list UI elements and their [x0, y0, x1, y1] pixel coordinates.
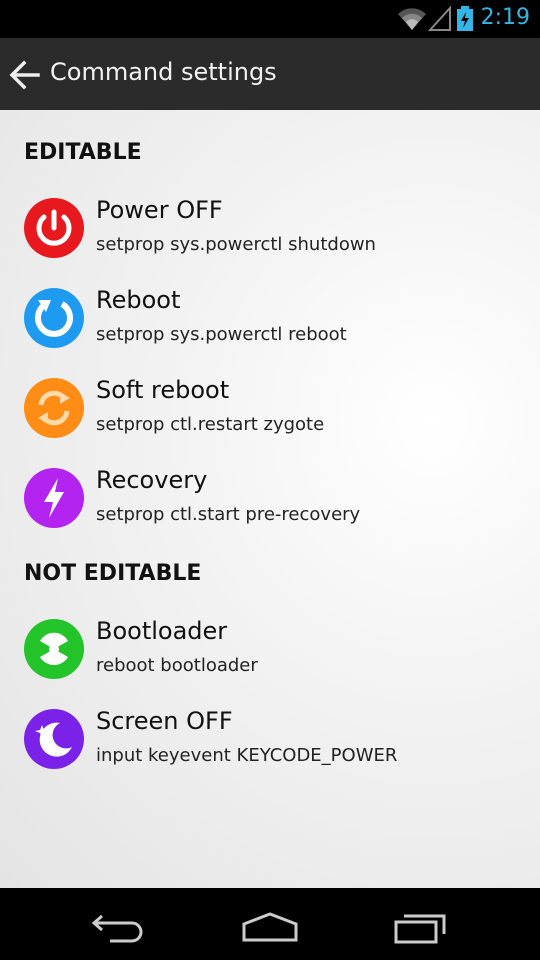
command-text: reboot bootloader: [96, 655, 258, 676]
command-name: Power OFF: [96, 196, 223, 224]
command-item-reboot[interactable]: Reboot setprop sys.powerctl reboot: [0, 286, 540, 378]
section-header-editable: EDITABLE: [24, 140, 142, 165]
command-name: Soft reboot: [96, 376, 230, 404]
command-name: Bootloader: [96, 617, 228, 645]
back-arrow-icon[interactable]: [8, 58, 42, 92]
command-list: EDITABLE Power OFF setprop sys.powerctl …: [0, 110, 540, 888]
home-nav-icon[interactable]: [230, 906, 310, 946]
power-icon: [24, 198, 84, 258]
signal-icon: [428, 6, 451, 31]
reboot-icon: [24, 288, 84, 348]
command-name: Screen OFF: [96, 707, 233, 735]
command-item-screen-off[interactable]: Screen OFF input keyevent KEYCODE_POWER: [0, 707, 540, 799]
command-text: setprop ctl.start pre-recovery: [96, 504, 361, 525]
status-bar: 2:19: [0, 0, 540, 38]
moon-stars-icon: [24, 709, 84, 769]
battery-charging-icon: [457, 6, 473, 31]
command-text: setprop sys.powerctl shutdown: [96, 234, 376, 255]
command-item-bootloader[interactable]: Bootloader reboot bootloader: [0, 617, 540, 709]
recents-nav-icon[interactable]: [382, 906, 462, 946]
command-item-soft-reboot[interactable]: Soft reboot setprop ctl.restart zygote: [0, 376, 540, 468]
command-text: input keyevent KEYCODE_POWER: [96, 745, 398, 766]
command-text: setprop sys.powerctl reboot: [96, 324, 347, 345]
wifi-icon: [398, 8, 426, 30]
command-name: Reboot: [96, 286, 181, 314]
lightning-icon: [24, 468, 84, 528]
action-bar: Command settings: [0, 38, 540, 111]
radiation-icon: [24, 619, 84, 679]
navigation-bar: [0, 888, 540, 960]
clock: 2:19: [480, 5, 530, 30]
soft-reboot-icon: [24, 378, 84, 438]
page-title: Command settings: [50, 58, 277, 86]
command-text: setprop ctl.restart zygote: [96, 414, 325, 435]
command-item-recovery[interactable]: Recovery setprop ctl.start pre-recovery: [0, 466, 540, 558]
command-item-power-off[interactable]: Power OFF setprop sys.powerctl shutdown: [0, 196, 540, 288]
back-nav-icon[interactable]: [80, 906, 160, 946]
section-header-not-editable: NOT EDITABLE: [24, 561, 202, 586]
command-name: Recovery: [96, 466, 208, 494]
